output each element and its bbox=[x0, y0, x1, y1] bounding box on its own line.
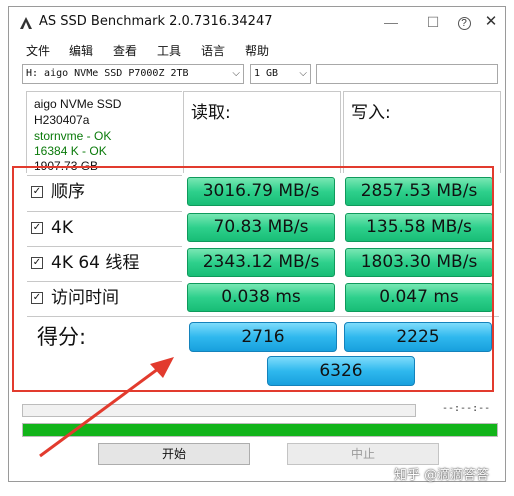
annotation-arrow bbox=[39, 357, 174, 458]
watermark-text: 知乎 @滴滴答答 bbox=[394, 468, 490, 483]
